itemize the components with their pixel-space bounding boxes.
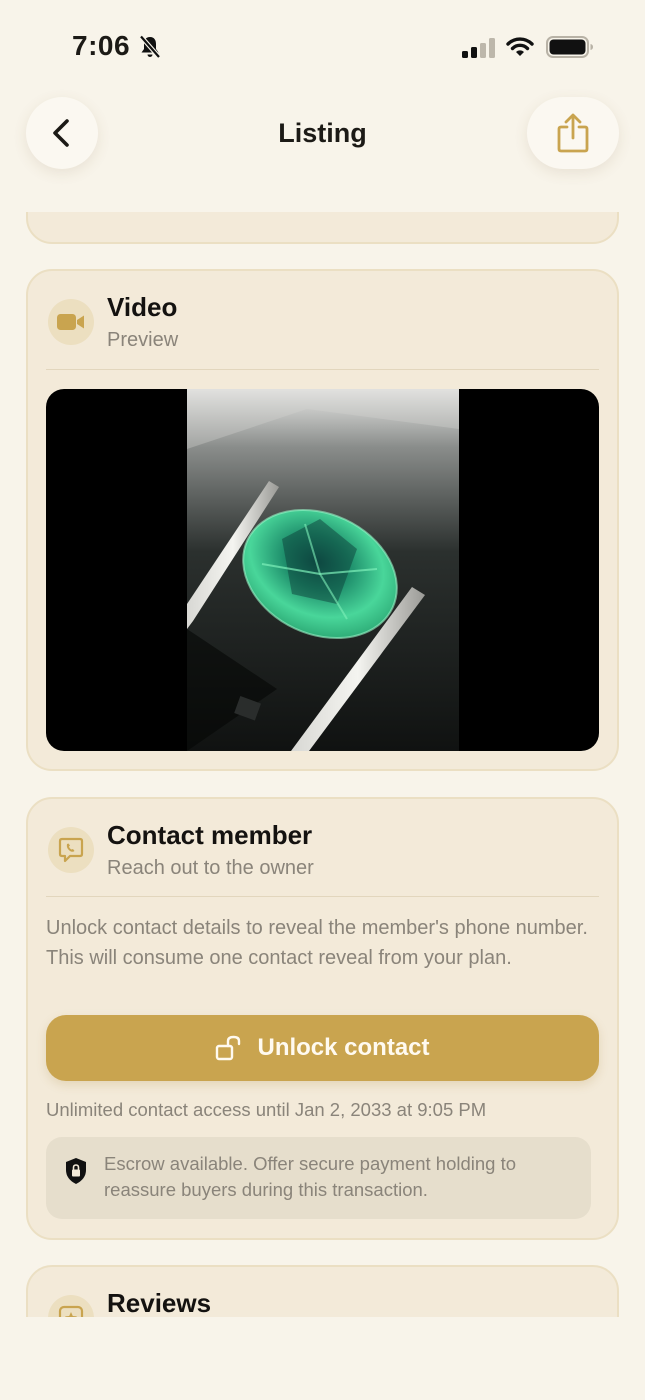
status-bar: 7:06 bbox=[0, 0, 645, 96]
share-icon bbox=[557, 113, 589, 153]
divider bbox=[46, 369, 599, 370]
escrow-notice: Escrow available. Offer secure payment h… bbox=[46, 1137, 591, 1219]
unlock-contact-button[interactable]: Unlock contact bbox=[46, 1015, 599, 1081]
video-card-subtitle: Preview bbox=[107, 329, 179, 351]
shield-lock-icon bbox=[66, 1158, 86, 1184]
reviews-card-title: Reviews bbox=[107, 1288, 212, 1317]
unlock-contact-label: Unlock contact bbox=[257, 1034, 430, 1061]
video-frame-image bbox=[187, 389, 459, 751]
battery-icon bbox=[546, 36, 593, 58]
unlock-icon bbox=[216, 1035, 241, 1061]
chat-bubble-icon bbox=[48, 827, 94, 873]
access-note: Unlimited contact access until Jan 2, 20… bbox=[46, 1099, 487, 1120]
video-camera-icon bbox=[48, 299, 94, 345]
reviews-card: Reviews bbox=[26, 1265, 619, 1317]
reviews-card-header: Reviews bbox=[46, 1287, 599, 1317]
contact-card-title: Contact member bbox=[107, 820, 313, 850]
bell-slash-icon bbox=[139, 35, 161, 59]
divider bbox=[46, 896, 599, 897]
video-card-header: Video Preview bbox=[46, 291, 599, 371]
contact-member-card: Contact member Reach out to the owner Un… bbox=[26, 797, 619, 1240]
contact-card-subtitle: Reach out to the owner bbox=[107, 857, 314, 879]
contact-card-header: Contact member Reach out to the owner bbox=[46, 819, 599, 899]
listing-content[interactable]: Video Preview Contact member Reach out t… bbox=[0, 212, 645, 1317]
star-icon bbox=[48, 1295, 94, 1317]
status-time: 7:06 bbox=[72, 30, 131, 61]
escrow-text: Escrow available. Offer secure payment h… bbox=[104, 1153, 517, 1200]
contact-description: Unlock contact details to reveal the mem… bbox=[46, 917, 588, 969]
previous-card bbox=[26, 212, 619, 244]
signal-icon bbox=[462, 38, 495, 58]
wifi-icon bbox=[506, 37, 534, 56]
video-card: Video Preview bbox=[26, 269, 619, 771]
video-card-title: Video bbox=[107, 292, 178, 322]
share-button[interactable] bbox=[527, 97, 619, 169]
video-player[interactable] bbox=[46, 389, 599, 751]
